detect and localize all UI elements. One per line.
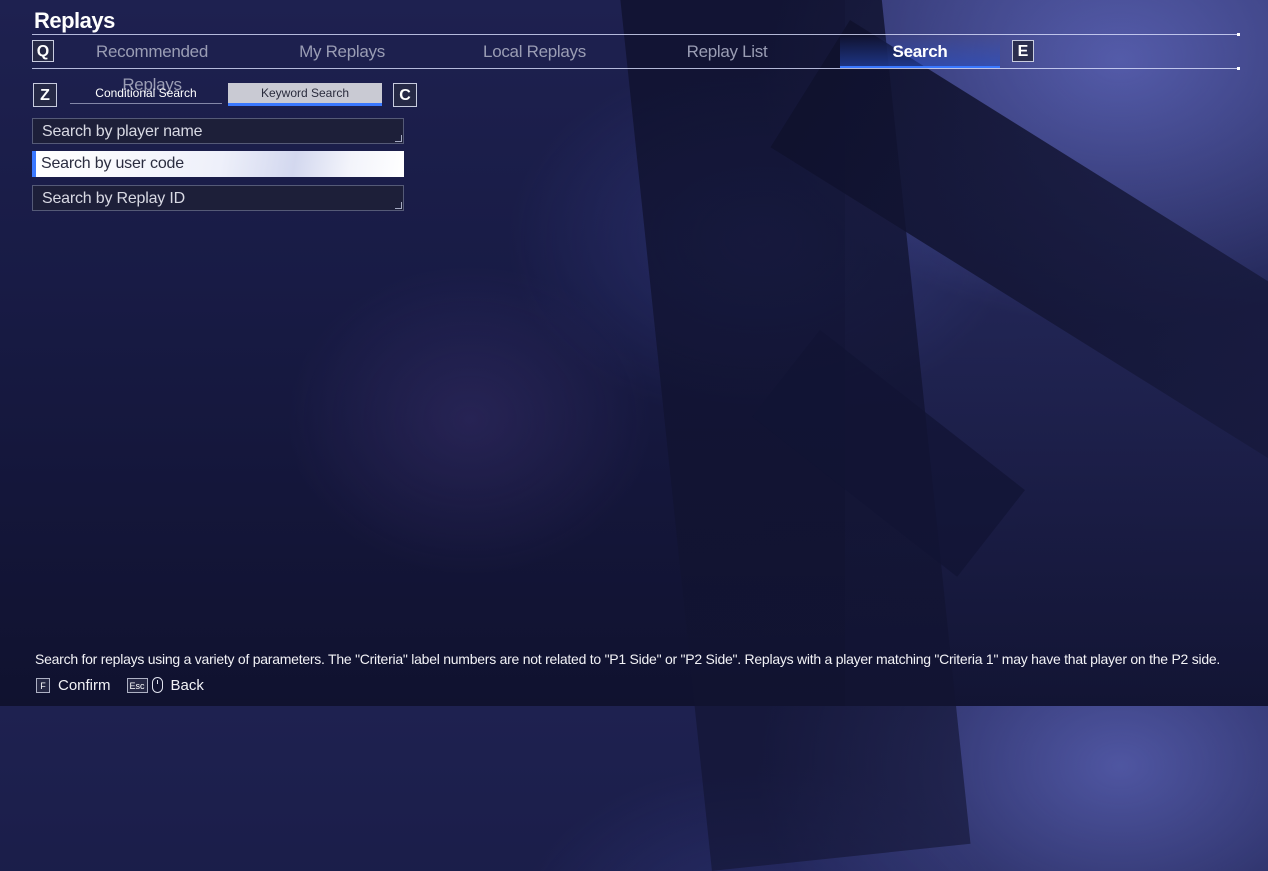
field-corner-decoration: [395, 202, 402, 209]
field-corner-decoration: [395, 135, 402, 142]
prev-tab-key[interactable]: Q: [32, 40, 54, 62]
tab-search[interactable]: Search: [840, 35, 1000, 68]
main-tab-bar: Q Recommended Replays My Replays Local R…: [32, 33, 1240, 94]
replay-id-search-field[interactable]: Search by Replay ID: [32, 185, 404, 211]
confirm-button[interactable]: Confirm: [58, 677, 111, 694]
background-shape: [752, 330, 1025, 577]
next-tab-key[interactable]: E: [1012, 40, 1034, 62]
tab-local-replays[interactable]: Local Replays: [462, 35, 607, 68]
player-name-search-placeholder: Search by player name: [42, 123, 203, 140]
background-light-panel: [845, 0, 1268, 706]
background-shape: [609, 0, 971, 871]
tab-recommended-replays[interactable]: Recommended Replays: [72, 35, 232, 94]
user-code-search-field[interactable]: Search by user code: [32, 151, 404, 177]
tab-my-replays[interactable]: My Replays: [272, 35, 412, 68]
footer-controls: F Confirm Esc Back: [36, 675, 220, 695]
back-button[interactable]: Back: [171, 677, 204, 694]
next-subtab-key[interactable]: C: [393, 83, 417, 107]
user-code-search-placeholder: Search by user code: [41, 155, 184, 172]
replay-id-search-placeholder: Search by Replay ID: [42, 190, 185, 207]
subtab-keyword-search[interactable]: Keyword Search: [228, 83, 382, 106]
player-name-search-field[interactable]: Search by player name: [32, 118, 404, 144]
help-description: Search for replays using a variety of pa…: [35, 651, 1221, 667]
page-title: Replays: [34, 8, 115, 33]
back-key: Esc: [126, 677, 148, 693]
subtab-conditional-search[interactable]: Conditional Search: [70, 83, 222, 104]
confirm-key: F: [36, 677, 50, 693]
mouse-icon: [151, 677, 163, 693]
background-shape: [770, 20, 1268, 550]
tab-replay-list[interactable]: Replay List: [662, 35, 792, 68]
prev-subtab-key[interactable]: Z: [33, 83, 57, 107]
